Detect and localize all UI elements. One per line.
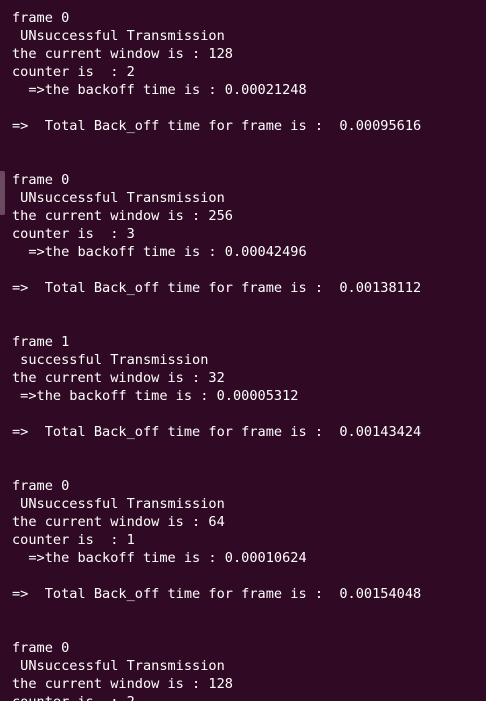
terminal-line: counter is : 3 (12, 226, 135, 242)
terminal-line: the current window is : 64 (12, 514, 225, 530)
terminal-line: the current window is : 256 (12, 208, 233, 224)
terminal-output: frame 0 UNsuccessful Transmission the cur… (12, 9, 421, 701)
terminal-line: the current window is : 32 (12, 370, 225, 386)
terminal-line: the current window is : 128 (12, 46, 233, 62)
terminal-line: => Total Back_off time for frame is : 0.… (12, 424, 422, 440)
terminal-line: frame 0 (12, 172, 70, 188)
terminal-line: UNsuccessful Transmission (12, 496, 225, 512)
terminal-line: frame 1 (12, 334, 70, 350)
terminal-line: UNsuccessful Transmission (12, 28, 225, 44)
terminal-line: => Total Back_off time for frame is : 0.… (12, 586, 422, 602)
terminal-line: frame 0 (12, 10, 70, 26)
terminal-line: =>the backoff time is : 0.00021248 (12, 82, 307, 98)
terminal-line: => Total Back_off time for frame is : 0.… (12, 118, 422, 134)
terminal-line: frame 0 (12, 640, 70, 656)
terminal-line: =>the backoff time is : 0.00005312 (12, 388, 299, 404)
terminal-line: =>the backoff time is : 0.00042496 (12, 244, 307, 260)
terminal-window[interactable]: frame 0 UNsuccessful Transmission the cur… (0, 0, 486, 701)
terminal-line: =>the backoff time is : 0.00010624 (12, 550, 307, 566)
terminal-line: counter is : 1 (12, 532, 135, 548)
terminal-line: counter is : 2 (12, 64, 135, 80)
terminal-line: counter is : 2 (12, 693, 421, 701)
terminal-line: UNsuccessful Transmission (12, 190, 225, 206)
terminal-line: UNsuccessful Transmission (12, 658, 225, 674)
terminal-line: successful Transmission (12, 352, 209, 368)
terminal-line: => Total Back_off time for frame is : 0.… (12, 280, 422, 296)
terminal-line: the current window is : 128 (12, 676, 233, 692)
scroll-marker (0, 171, 5, 215)
terminal-line: frame 0 (12, 478, 70, 494)
